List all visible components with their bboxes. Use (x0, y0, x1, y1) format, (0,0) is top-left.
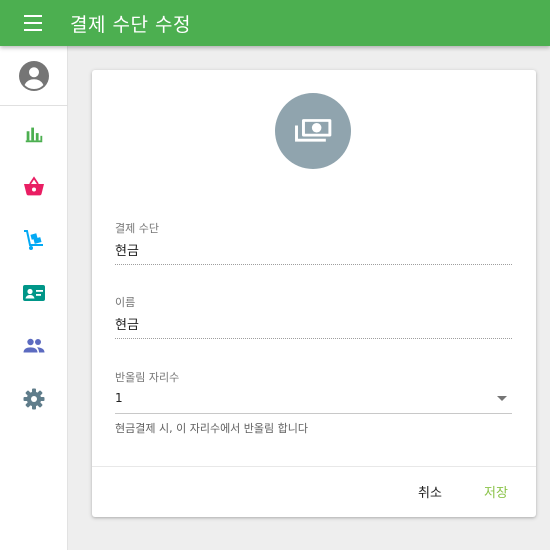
sidebar (0, 46, 68, 550)
menu-icon[interactable] (18, 12, 50, 36)
people-icon (23, 338, 45, 353)
card-actions-divider (92, 466, 536, 467)
rounding-digits-select[interactable]: 반올림 자리수 1 현금결제 시, 이 자리수에서 반올림 합니다 (115, 369, 512, 439)
field-underline (115, 338, 512, 339)
sidebar-item-orders[interactable] (0, 167, 68, 207)
money-icon (295, 119, 332, 142)
select-underline (115, 413, 512, 414)
payment-method-field[interactable]: 결제 수단 현금 (115, 220, 512, 266)
rounding-helper-text: 현금결제 시, 이 자리수에서 반올림 합니다 (115, 422, 309, 435)
cancel-button[interactable]: 취소 (410, 480, 450, 502)
rounding-label: 반올림 자리수 (115, 371, 180, 384)
field-underline (115, 264, 512, 265)
payment-method-label: 결제 수단 (115, 222, 159, 235)
payment-method-edit-card: 결제 수단 현금 이름 현금 반올림 자리수 1 현금결제 시, 이 자리수에서… (92, 70, 536, 517)
shopping-basket-icon (24, 176, 44, 196)
chevron-down-icon[interactable] (497, 396, 507, 401)
page-title: 결제 수단 수정 (70, 14, 191, 36)
settings-icon (23, 388, 45, 410)
sidebar-item-inventory[interactable] (0, 220, 68, 260)
payment-method-value: 현금 (115, 244, 139, 259)
name-value: 현금 (115, 318, 139, 333)
contact-card-icon (23, 285, 45, 301)
name-field[interactable]: 이름 현금 (115, 294, 512, 340)
sidebar-item-customers[interactable] (0, 273, 68, 313)
rounding-value: 1 (115, 391, 123, 405)
bar-chart-icon (25, 127, 43, 143)
app-bar: 결제 수단 수정 (0, 0, 550, 46)
dolly-cart-icon (24, 230, 43, 250)
sidebar-item-statistics[interactable] (0, 114, 68, 154)
save-button[interactable]: 저장 (476, 480, 516, 502)
payment-method-avatar (275, 93, 351, 169)
sidebar-item-staff[interactable] (0, 326, 68, 366)
name-label: 이름 (115, 296, 136, 309)
account-circle-icon[interactable] (0, 46, 68, 106)
sidebar-item-settings[interactable] (0, 379, 68, 419)
